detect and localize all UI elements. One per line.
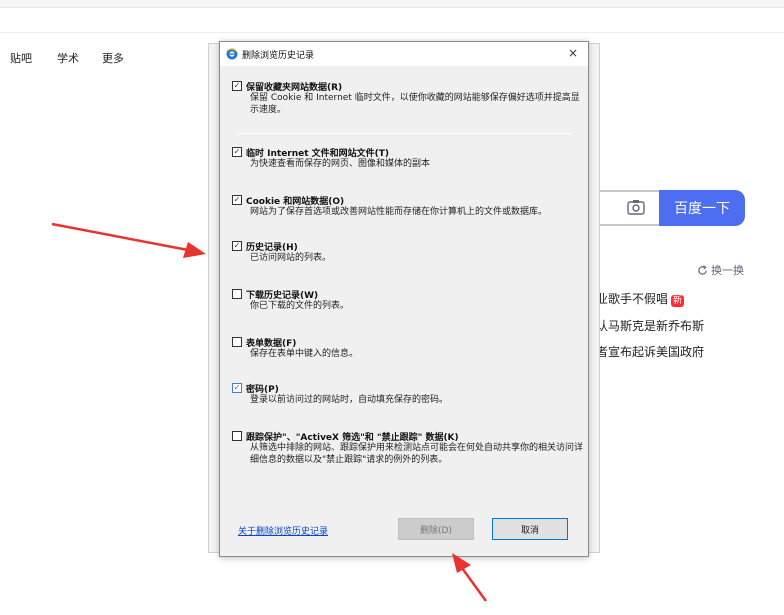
hot-search-item[interactable]: 业歌手不假唱新 <box>596 290 685 307</box>
nav-xueshu-link[interactable]: 学术 <box>57 50 79 66</box>
browser-top-bar <box>0 0 784 8</box>
checkbox-history[interactable]: ✓ <box>232 241 242 251</box>
nav-more-link[interactable]: 更多 <box>102 50 124 66</box>
option-description: 已访问网站的列表。 <box>250 253 332 263</box>
refresh-icon <box>698 264 707 275</box>
separator <box>238 133 572 134</box>
checkbox-cookies[interactable]: ✓ <box>232 195 242 205</box>
nav-tieba-link[interactable]: 贴吧 <box>10 50 32 66</box>
header-divider <box>0 32 784 33</box>
checkbox-download-history[interactable] <box>232 289 242 299</box>
checkbox-temp-files[interactable]: ✓ <box>232 147 242 157</box>
option-description: 从筛选中排除的网站、跟踪保护用来检测站点可能会在何处自动共享你的相关访问详细信息… <box>250 443 584 465</box>
close-button[interactable]: × <box>568 46 578 60</box>
dialog-titlebar[interactable]: 删除浏览历史记录 × <box>220 42 588 66</box>
baidu-search-button[interactable]: 百度一下 <box>659 190 745 226</box>
red-arrow-to-history <box>51 222 206 258</box>
red-arrow-to-delete-button <box>452 553 488 602</box>
about-delete-history-link[interactable]: 关于删除浏览历史记录 <box>238 524 328 537</box>
option-description: 保留 Cookie 和 Internet 临时文件，以使你收藏的网站能够保存偏好… <box>250 93 580 115</box>
ie-logo-icon <box>226 48 238 60</box>
hot-search-text: 认马斯克是新乔布斯 <box>596 319 705 333</box>
new-badge: 新 <box>671 295 685 307</box>
hot-search-item[interactable]: 者宣布起诉美国政府 <box>596 343 704 360</box>
checkbox-passwords[interactable]: ✓ <box>232 383 242 393</box>
delete-history-dialog: 删除浏览历史记录 × ✓ 保留收藏夹网站数据(R) 保留 Cookie 和 In… <box>219 41 589 557</box>
refresh-label: 换一换 <box>711 264 744 277</box>
option-description: 你已下载的文件的列表。 <box>250 301 350 311</box>
cancel-button[interactable]: 取消 <box>492 518 568 540</box>
hot-search-text: 者宣布起诉美国政府 <box>596 345 705 359</box>
option-description: 保存在表单中键入的信息。 <box>250 349 359 359</box>
checkbox-form-data[interactable] <box>232 337 242 347</box>
hot-search-item[interactable]: 认马斯克是新乔布斯 <box>596 317 704 334</box>
option-description: 网站为了保存首选项或改善网站性能而存储在你计算机上的文件或数据库。 <box>250 207 548 217</box>
option-description: 登录以前访问过的网站时，自动填充保存的密码。 <box>250 395 449 405</box>
dialog-title: 删除浏览历史记录 <box>242 51 315 61</box>
option-description: 为快速查看而保存的网页、图像和媒体的副本 <box>250 159 431 169</box>
checkbox-keep-favorites[interactable]: ✓ <box>232 81 242 91</box>
refresh-hot-button[interactable]: 换一换 <box>697 262 744 278</box>
checkbox-tracking-protection[interactable] <box>232 431 242 441</box>
page: 贴吧 学术 更多 百度一下 换一换 业歌手不假唱新 认马斯克是新乔布斯 者宣布起… <box>0 0 784 615</box>
delete-button[interactable]: 删除(D) <box>398 518 474 540</box>
camera-icon[interactable] <box>627 199 645 215</box>
hot-search-text: 业歌手不假唱 <box>596 292 669 306</box>
